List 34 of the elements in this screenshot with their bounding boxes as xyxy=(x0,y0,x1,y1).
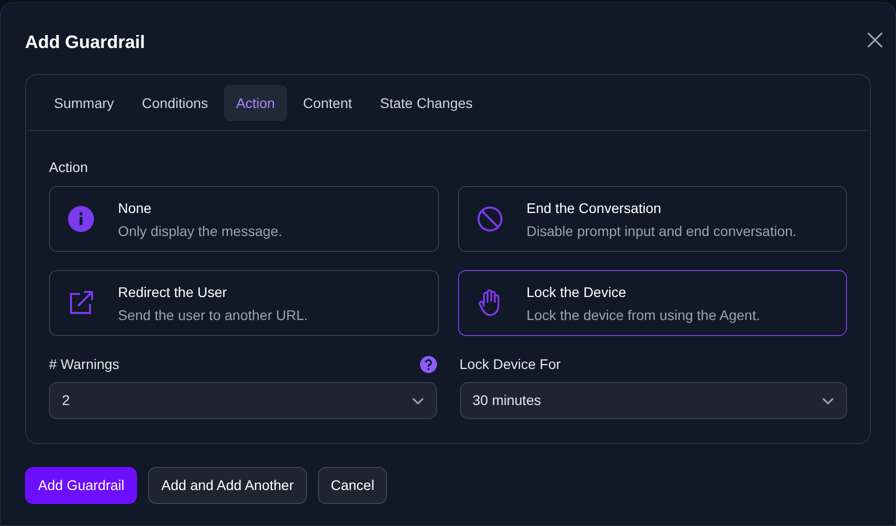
field-label: Lock Device For xyxy=(460,354,561,374)
action-option-card[interactable]: Lock the Device Lock the device from using the Agent. xyxy=(458,270,847,336)
dropdown[interactable]: 30 minutes xyxy=(460,382,847,419)
option-title: Lock the Device xyxy=(526,282,628,300)
secondary-button[interactable]: Cancel xyxy=(318,467,388,504)
prohibited-icon xyxy=(476,206,502,232)
tab[interactable]: Action xyxy=(224,85,287,121)
dropdown[interactable]: 2 xyxy=(49,382,436,419)
chevron-down-icon xyxy=(822,396,834,404)
section-label: Action xyxy=(49,158,89,177)
action-option-card[interactable]: None Only display the message. xyxy=(49,186,438,252)
option-description: Lock the device from using the Agent. xyxy=(526,306,760,324)
tab[interactable]: State Changes xyxy=(368,85,485,121)
add-guardrail-button[interactable]: Add Guardrail xyxy=(25,467,138,504)
field-label: # Warnings xyxy=(49,354,120,374)
tab[interactable]: Summary xyxy=(42,85,126,121)
dialog-title: Add Guardrail xyxy=(25,31,146,54)
help-icon[interactable] xyxy=(420,356,436,372)
hand-icon xyxy=(476,289,502,317)
option-description: Disable prompt input and end conversation. xyxy=(526,222,797,240)
info-icon xyxy=(68,206,94,232)
tab[interactable]: Conditions xyxy=(130,85,220,121)
option-title: None xyxy=(118,198,152,216)
action-option-card[interactable]: End the Conversation Disable prompt input and end conversation. xyxy=(458,186,847,252)
option-title: End the Conversation xyxy=(526,198,662,216)
option-description: Send the user to another URL. xyxy=(118,306,308,324)
chevron-down-icon xyxy=(412,396,424,404)
external-link-icon xyxy=(68,290,94,316)
close-icon xyxy=(867,32,883,48)
secondary-button[interactable]: Add and Add Another xyxy=(148,467,307,504)
option-description: Only display the message. xyxy=(118,222,282,240)
option-title: Redirect the User xyxy=(118,282,228,300)
tab[interactable]: Content xyxy=(290,85,364,121)
action-option-card[interactable]: Redirect the User Send the user to another URL. xyxy=(49,270,438,336)
